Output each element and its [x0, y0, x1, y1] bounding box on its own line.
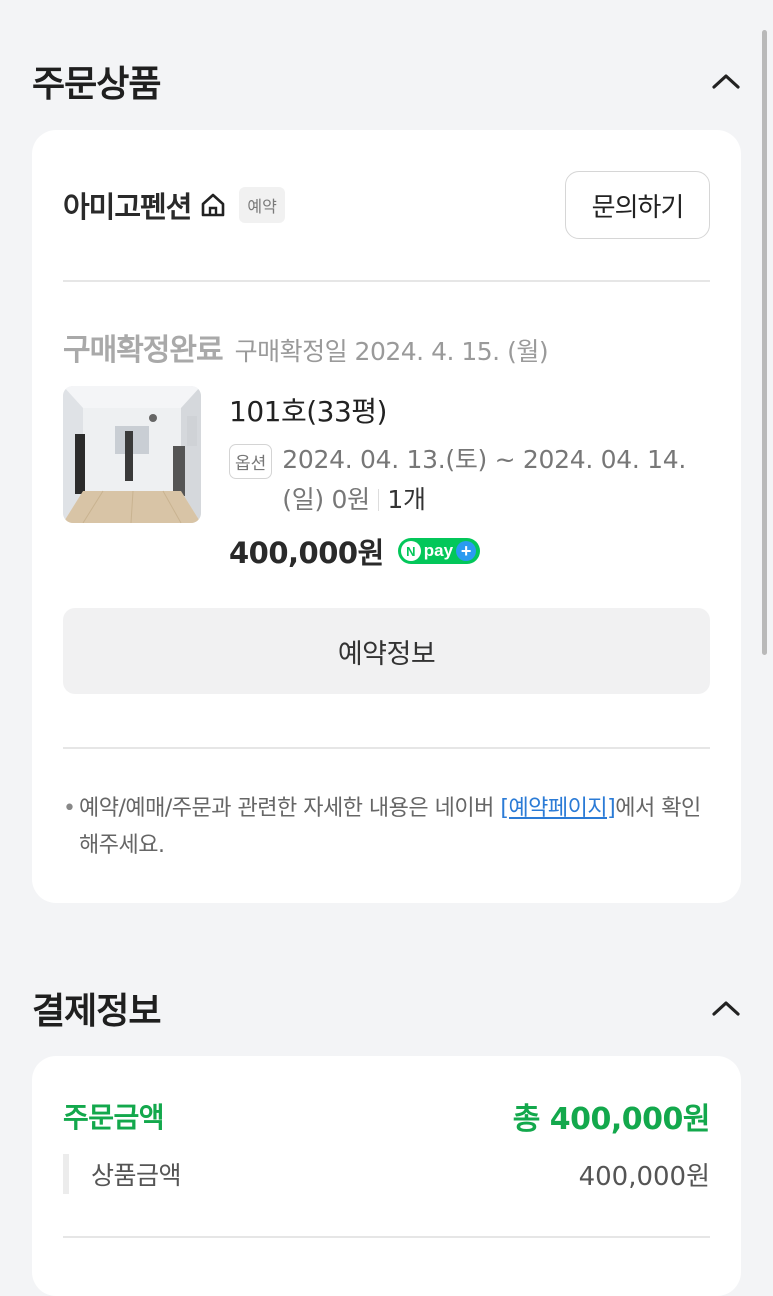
notice: • 예약/예매/주문과 관련한 자세한 내용은 네이버 [예약페이지]에서 확인…: [63, 790, 710, 864]
order-amount-total: 총 400,000원: [512, 1102, 711, 1137]
reservation-info-button[interactable]: 예약정보: [63, 608, 710, 694]
divider: [63, 747, 710, 749]
product-amount-value: 400,000원: [578, 1161, 710, 1192]
product-name[interactable]: 101호(33평): [229, 390, 709, 430]
option-text: 2024. 04. 13.(토) ~ 2024. 04. 14. (일) 0원: [282, 445, 686, 514]
naver-n-icon: N: [400, 541, 421, 561]
payment-section-header: 결제정보: [32, 982, 741, 1034]
order-amount-label: 주문금액: [63, 1101, 165, 1134]
order-section-header: 주문상품: [32, 55, 741, 107]
reservation-page-link[interactable]: [예약페이지]: [500, 796, 615, 821]
chevron-up-icon[interactable]: [711, 71, 741, 91]
divider: [63, 280, 710, 282]
option-text-wrap: 2024. 04. 13.(토) ~ 2024. 04. 14. (일) 0원 1…: [282, 440, 709, 520]
status-label: 구매확정완료: [63, 333, 224, 368]
inquiry-button[interactable]: 문의하기: [565, 171, 710, 239]
order-amount-row: 주문금액 총 400,000원: [63, 1094, 711, 1138]
npay-label: pay: [423, 541, 454, 560]
npay-plus-badge: Npay +: [397, 538, 481, 564]
product-info: 101호(33평) 옵션 2024. 04. 13.(토) ~ 2024. 04…: [229, 386, 709, 572]
option-badge: 옵션: [229, 444, 273, 479]
payment-section-title: 결제정보: [32, 991, 161, 1032]
reservation-tag: 예약: [239, 187, 285, 223]
scrollbar[interactable]: [762, 30, 767, 655]
product-thumbnail[interactable]: [63, 386, 201, 523]
notice-text-before: 예약/예매/주문과 관련한 자세한 내용은 네이버: [79, 796, 501, 821]
home-icon[interactable]: [199, 191, 227, 219]
status-row: 구매확정완료 구매확정일 2024. 4. 15. (월): [63, 325, 549, 369]
confirm-date: 구매확정일 2024. 4. 15. (월): [234, 337, 549, 366]
notice-text: 예약/예매/주문과 관련한 자세한 내용은 네이버 [예약페이지]에서 확인해주…: [79, 790, 710, 864]
chevron-up-icon[interactable]: [711, 998, 741, 1018]
option-quantity: 1개: [387, 485, 426, 514]
order-card: 아미고펜션 예약 문의하기 구매확정완료 구매확정일 2024. 4. 15. …: [32, 130, 741, 903]
indent-bar: [63, 1154, 69, 1194]
order-section-title: 주문상품: [32, 64, 161, 105]
store-row: 아미고펜션 예약 문의하기: [63, 170, 710, 240]
product-amount-label: 상품금액: [91, 1161, 182, 1190]
separator: [377, 489, 380, 511]
payment-card: 주문금액 총 400,000원 상품금액 400,000원: [32, 1056, 741, 1296]
store-name[interactable]: 아미고펜션: [63, 184, 192, 226]
product-amount-row: 상품금액 400,000원: [63, 1154, 710, 1194]
divider: [63, 1236, 710, 1238]
product-price: 400,000원: [229, 536, 384, 570]
plus-icon: +: [456, 541, 477, 561]
price-row: 400,000원 Npay +: [229, 530, 709, 572]
option-row: 옵션 2024. 04. 13.(토) ~ 2024. 04. 14. (일) …: [229, 444, 709, 520]
bullet-icon: •: [63, 796, 76, 821]
